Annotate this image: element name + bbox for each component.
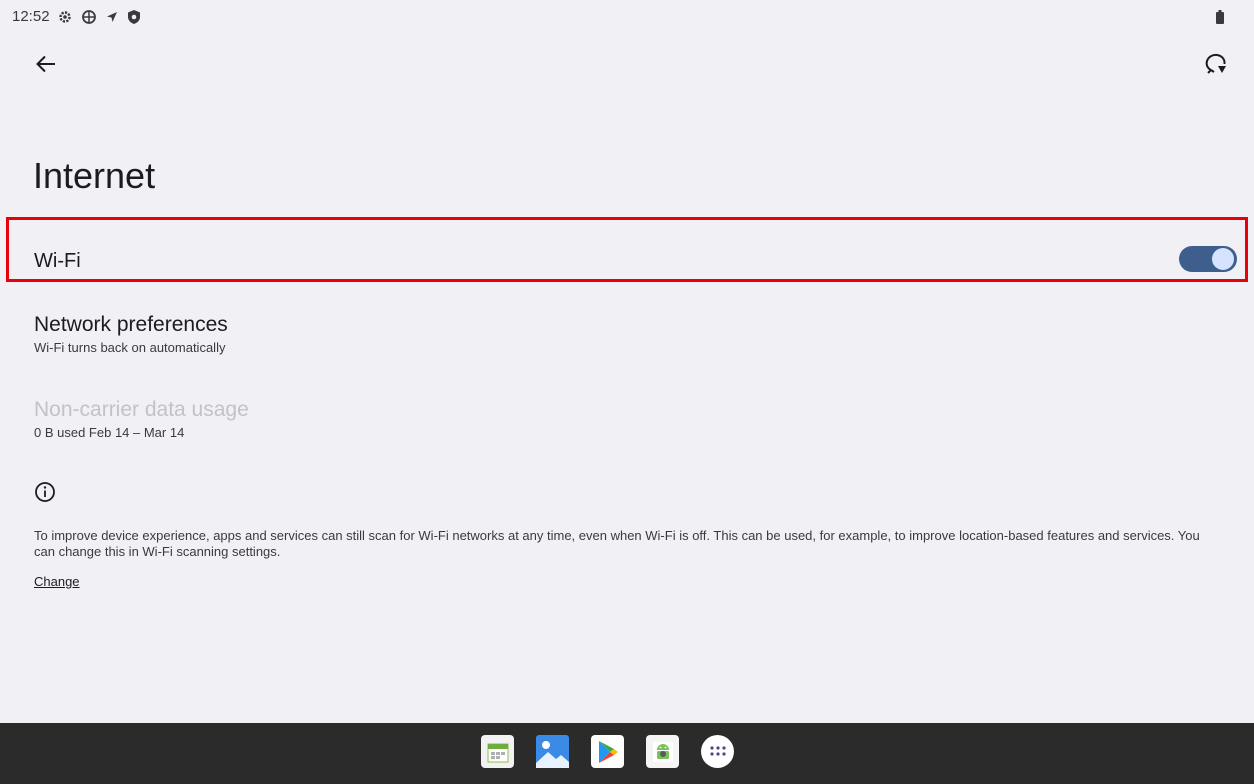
play-store-icon[interactable]	[591, 735, 624, 768]
network-preferences-item[interactable]: Network preferences Wi-Fi turns back on …	[34, 312, 1214, 355]
taskbar	[0, 723, 1254, 784]
status-icons	[57, 9, 141, 25]
dock	[481, 735, 734, 768]
data-usage-title: Non-carrier data usage	[34, 398, 249, 421]
arrow-left-icon	[36, 55, 56, 78]
status-time: 12:52	[12, 8, 50, 25]
network-preferences-title: Network preferences	[34, 313, 228, 336]
settings-icon	[57, 9, 73, 25]
help-feedback-icon	[1204, 53, 1228, 80]
page-title: Internet	[33, 155, 156, 196]
wifi-switch-knob	[1212, 248, 1234, 270]
wifi-toggle-row[interactable]: Wi-Fi	[6, 217, 1248, 282]
gear-badge-icon	[81, 9, 97, 25]
status-bar: 12:52	[0, 0, 1254, 36]
wifi-label: Wi-Fi	[34, 250, 81, 272]
wifi-scanning-info-text: To improve device experience, apps and s…	[34, 528, 1200, 559]
info-icon	[34, 481, 56, 508]
shield-icon	[127, 9, 141, 25]
location-arrow-icon	[105, 10, 119, 24]
change-link[interactable]: Change	[34, 574, 80, 589]
network-preferences-subtitle: Wi-Fi turns back on automatically	[34, 340, 226, 355]
all-apps-icon[interactable]	[701, 735, 734, 768]
data-usage-item: Non-carrier data usage 0 B used Feb 14 –…	[34, 397, 1214, 440]
data-usage-subtitle: 0 B used Feb 14 – Mar 14	[34, 425, 185, 440]
photos-app-icon[interactable]	[536, 735, 569, 768]
calendar-app-icon[interactable]	[481, 735, 514, 768]
battery-icon	[1216, 10, 1224, 29]
android-app-icon[interactable]	[646, 735, 679, 768]
back-button[interactable]	[30, 50, 62, 82]
wifi-switch[interactable]	[1179, 246, 1237, 272]
help-feedback-button[interactable]	[1200, 50, 1232, 82]
